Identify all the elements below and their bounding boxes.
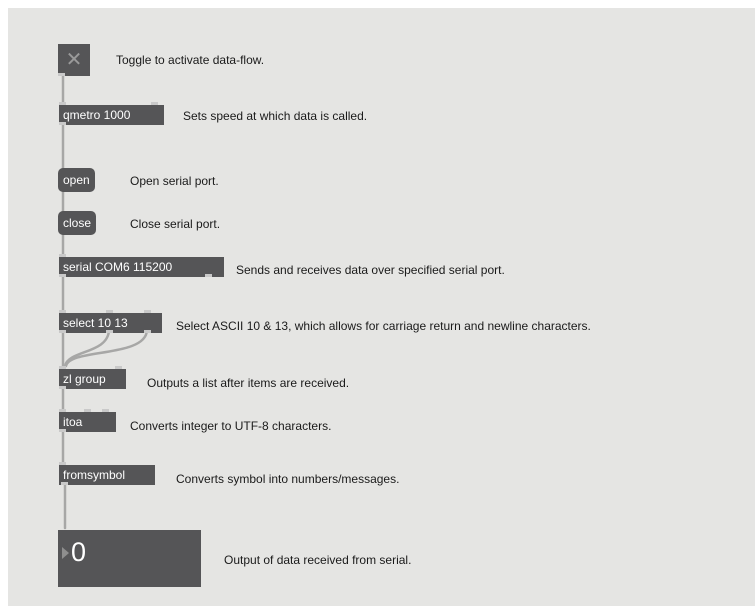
- qmetro-inlet-left[interactable]: [59, 102, 66, 105]
- toggle-outlet[interactable]: [58, 73, 65, 76]
- number-box[interactable]: 0: [58, 530, 201, 587]
- open-comment: Open serial port.: [130, 174, 219, 188]
- qmetro-comment: Sets speed at which data is called.: [183, 109, 368, 123]
- itoa-inlet-right[interactable]: [102, 409, 109, 412]
- qmetro-inlet-right[interactable]: [151, 102, 158, 105]
- zl-group-inlet-right[interactable]: [115, 366, 122, 369]
- itoa-comment: Converts integer to UTF-8 characters.: [130, 419, 332, 433]
- select-outlet-1[interactable]: [59, 330, 66, 333]
- close-message[interactable]: close: [58, 211, 97, 235]
- number-value: 0: [71, 537, 87, 567]
- qmetro-object[interactable]: qmetro 1000: [59, 105, 164, 125]
- select-outlet-3[interactable]: [144, 330, 151, 333]
- zl-group-inlet-left[interactable]: [59, 366, 66, 369]
- qmetro-outlet[interactable]: [59, 122, 66, 125]
- serial-comment: Sends and receives data over specified s…: [236, 263, 505, 277]
- select-inlet-mid[interactable]: [106, 310, 113, 313]
- itoa-object[interactable]: itoa: [59, 412, 116, 432]
- itoa-inlet-left[interactable]: [59, 409, 66, 412]
- cord-select-zl-right: [64, 328, 149, 368]
- fromsymbol-inlet[interactable]: [59, 462, 66, 465]
- select-inlet-left[interactable]: [59, 310, 66, 313]
- fromsymbol-comment: Converts symbol into numbers/messages.: [176, 472, 400, 486]
- zl-group-outlet[interactable]: [59, 386, 66, 389]
- select-comment: Select ASCII 10 & 13, which allows for c…: [176, 319, 591, 333]
- toggle-x-icon: ✕: [65, 49, 83, 71]
- patch-cords: [61, 74, 149, 530]
- fromsymbol-outlet[interactable]: [61, 482, 68, 485]
- zl-group-object[interactable]: zl group: [59, 369, 126, 389]
- serial-object[interactable]: serial COM6 115200: [59, 257, 224, 277]
- number-triangle-icon: [62, 547, 69, 559]
- serial-outlet-right[interactable]: [205, 274, 212, 277]
- toggle-button[interactable]: ✕: [58, 44, 90, 76]
- open-message[interactable]: open: [58, 168, 95, 192]
- select-inlet-right[interactable]: [144, 310, 151, 313]
- toggle-comment: Toggle to activate data-flow.: [116, 53, 265, 67]
- patcher-canvas[interactable]: ✕ Toggle to activate data-flow. qmetro 1…: [8, 8, 755, 606]
- serial-inlet[interactable]: [59, 254, 66, 257]
- itoa-inlet-mid[interactable]: [84, 409, 91, 412]
- close-comment: Close serial port.: [130, 217, 221, 231]
- serial-outlet-left[interactable]: [59, 274, 66, 277]
- zl-group-comment: Outputs a list after items are received.: [147, 376, 350, 390]
- select-outlet-2[interactable]: [106, 330, 113, 333]
- fromsymbol-object[interactable]: fromsymbol: [59, 465, 155, 485]
- number-comment: Output of data received from serial.: [224, 553, 412, 567]
- itoa-outlet[interactable]: [59, 429, 66, 432]
